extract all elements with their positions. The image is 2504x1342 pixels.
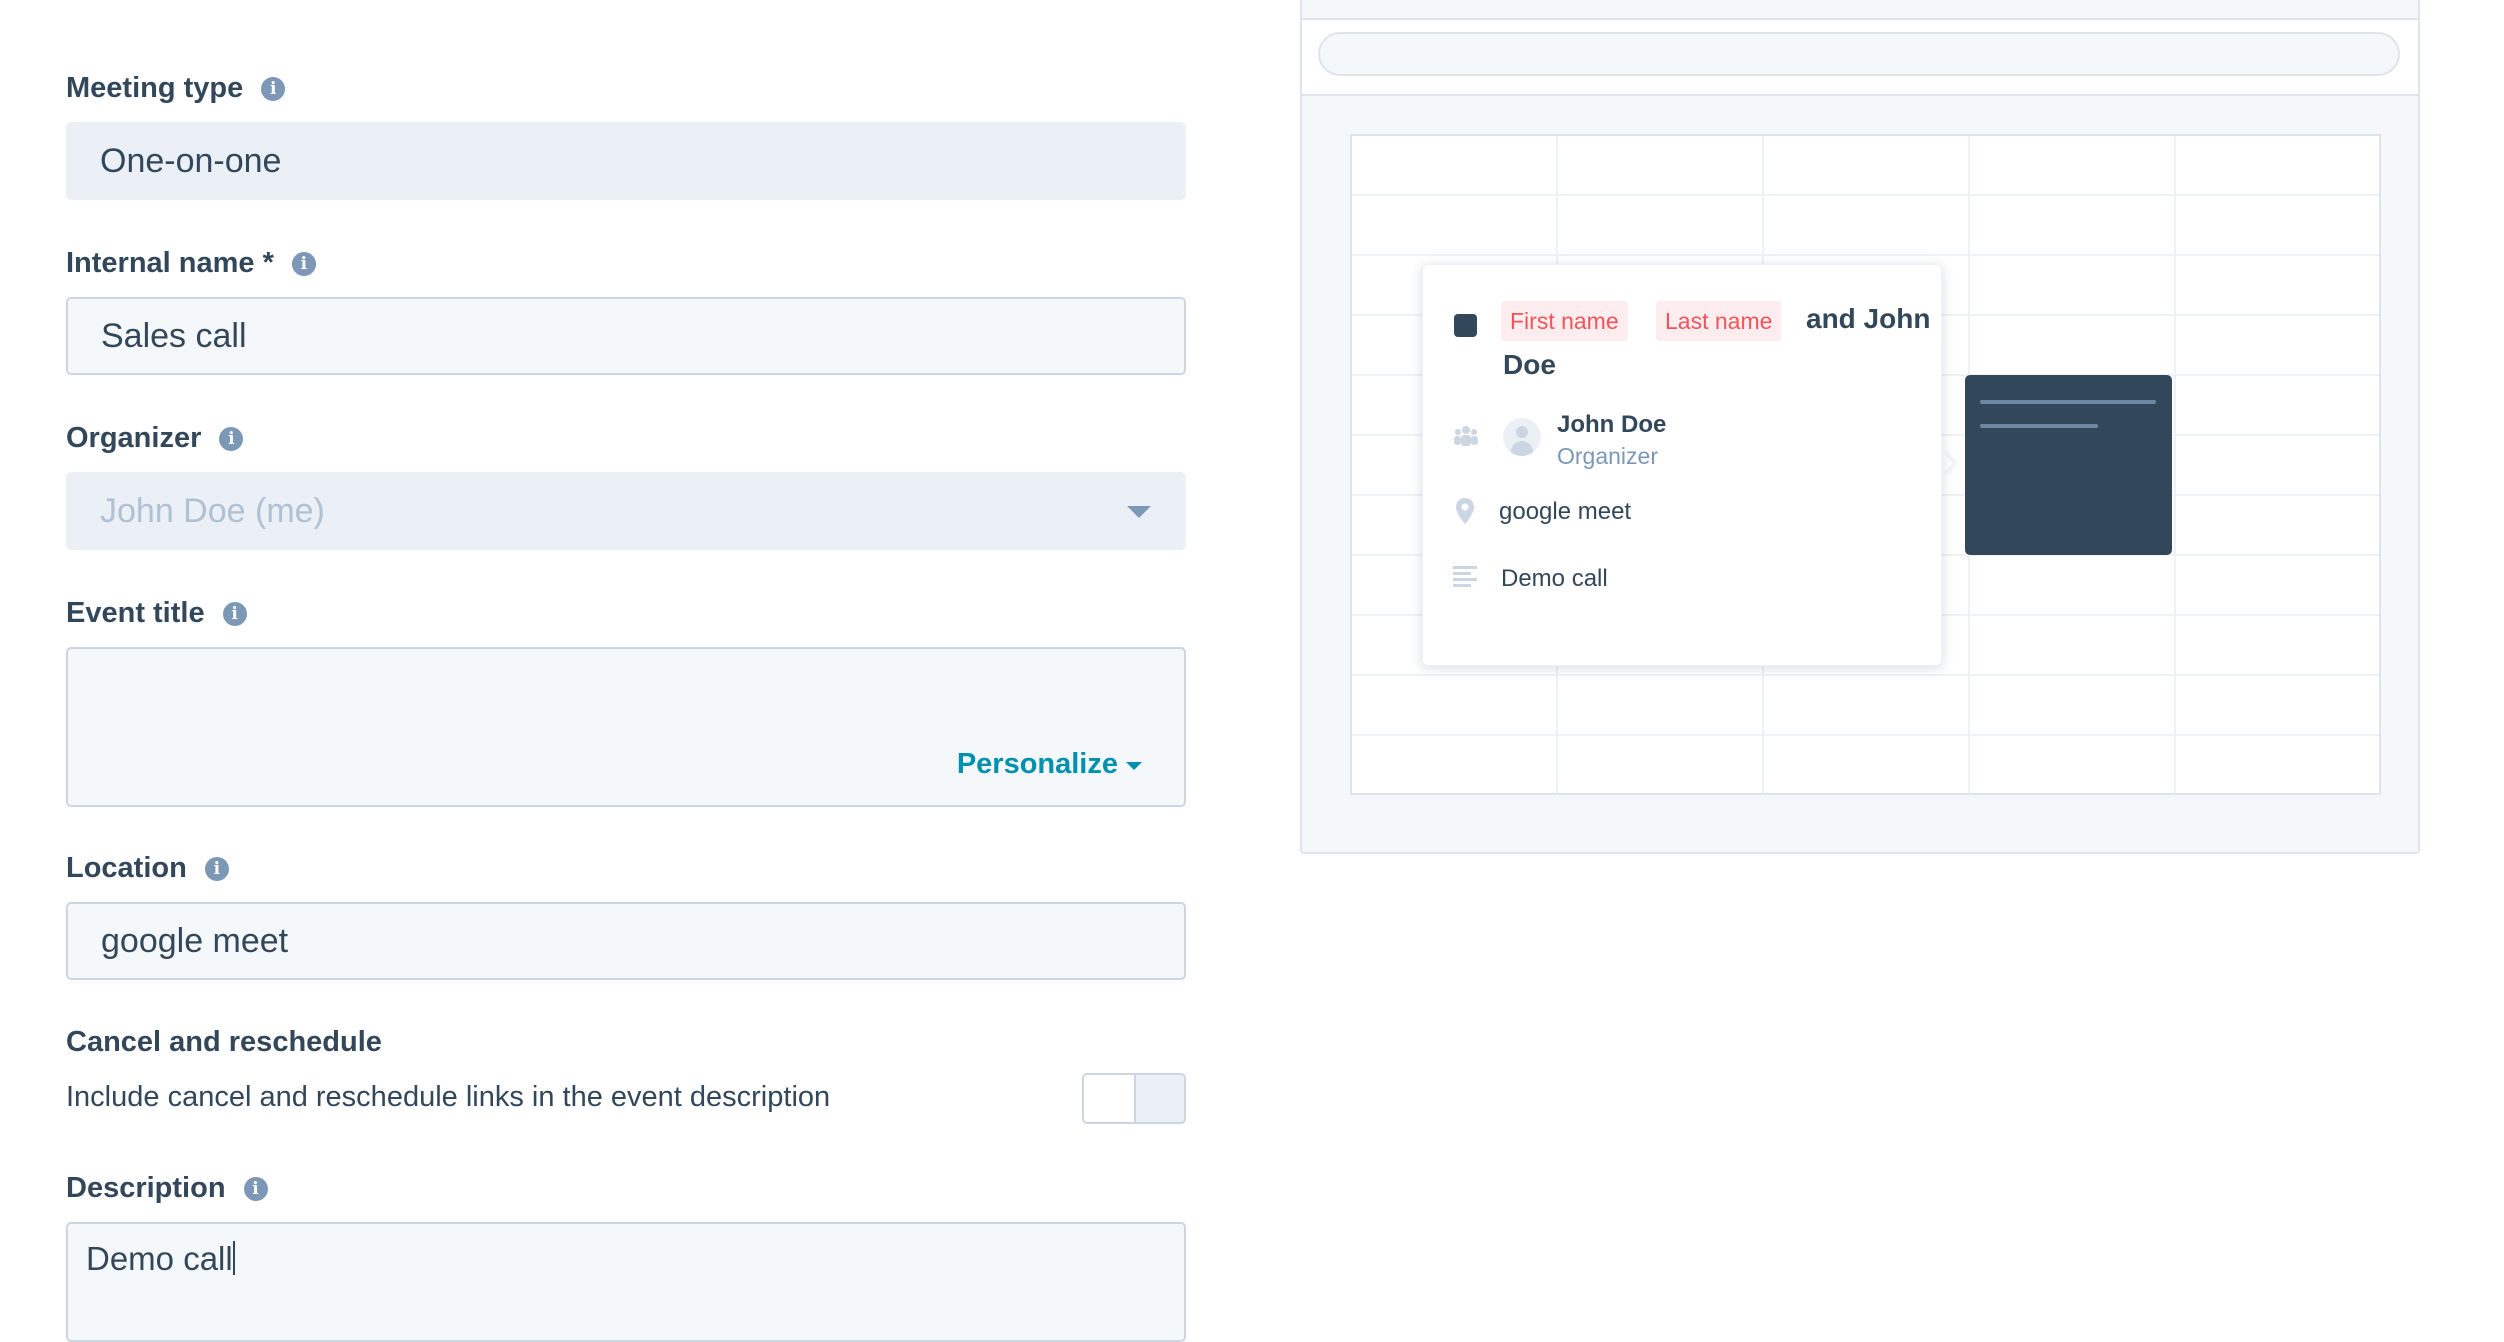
description-value: Demo call <box>86 1240 233 1277</box>
calendar-color-square-icon <box>1454 314 1477 337</box>
event-title-suffix-wrap: Doe <box>1503 349 1556 380</box>
event-title-label: Event title i <box>66 597 247 630</box>
internal-name-label: Internal name * i <box>66 247 316 280</box>
organizer-value: John Doe (me) <box>100 491 325 530</box>
meeting-type-field: One-on-one <box>66 122 1186 200</box>
caret-down-icon <box>1127 506 1151 518</box>
first-name-token: First name <box>1501 301 1628 341</box>
organizer-role: Organizer <box>1557 443 1658 469</box>
description-input[interactable]: Demo call <box>66 1222 1186 1342</box>
calendar-event-block[interactable] <box>1965 375 2172 555</box>
popover-description: Demo call <box>1501 565 1608 592</box>
internal-name-value: Sales call <box>101 316 247 355</box>
info-icon[interactable]: i <box>204 856 229 881</box>
info-icon[interactable]: i <box>261 76 286 101</box>
internal-name-input[interactable]: Sales call <box>66 297 1186 375</box>
caret-down-icon <box>1126 761 1142 770</box>
location-label-text: Location <box>66 852 187 884</box>
map-pin-icon <box>1456 498 1474 524</box>
meeting-type-label: Meeting type i <box>66 72 286 105</box>
text-cursor <box>232 1241 235 1275</box>
info-icon[interactable]: i <box>291 251 316 276</box>
personalize-label: Personalize <box>956 748 1118 780</box>
avatar-head <box>1516 426 1528 438</box>
event-title-suffix: and John <box>1806 303 1931 334</box>
event-title-placeholder-line <box>1980 400 2156 404</box>
description-label: Description i <box>66 1172 268 1205</box>
event-title-label-text: Event title <box>66 597 205 629</box>
description-label-text: Description <box>66 1172 226 1204</box>
description-text: Demo call <box>86 1240 235 1278</box>
cancel-reschedule-description: Include cancel and reschedule links in t… <box>66 1081 831 1113</box>
people-icon <box>1454 426 1478 446</box>
popover-location: google meet <box>1499 498 1632 525</box>
event-time-placeholder-line <box>1980 424 2098 428</box>
meeting-type-label-text: Meeting type <box>66 72 244 104</box>
info-icon[interactable]: i <box>243 1176 268 1201</box>
cancel-reschedule-label-text: Cancel and reschedule <box>66 1026 382 1058</box>
organizer-label: Organizer i <box>66 422 244 455</box>
location-input[interactable]: google meet <box>66 902 1186 980</box>
organizer-name: John Doe <box>1557 411 1667 438</box>
preview-search-bar <box>1318 32 2400 76</box>
user-avatar-icon <box>1503 418 1541 456</box>
personalize-dropdown-button[interactable]: Personalize <box>957 748 1142 781</box>
event-title-input[interactable]: Personalize <box>66 647 1186 807</box>
location-label: Location i <box>66 852 229 885</box>
internal-name-label-text: Internal name * <box>66 247 274 279</box>
organizer-label-text: Organizer <box>66 422 202 454</box>
event-preview-popover: First name Last name and John Doe John D… <box>1422 264 1942 666</box>
info-icon[interactable]: i <box>222 601 247 626</box>
meeting-type-value: One-on-one <box>100 141 282 180</box>
avatar-body <box>1511 441 1533 456</box>
cancel-reschedule-toggle[interactable] <box>1082 1073 1186 1124</box>
organizer-select[interactable]: John Doe (me) <box>66 472 1186 550</box>
info-icon[interactable]: i <box>219 426 244 451</box>
preview-header-bar <box>1302 18 2418 96</box>
toggle-knob <box>1084 1075 1136 1122</box>
cancel-reschedule-label: Cancel and reschedule <box>66 1026 382 1059</box>
last-name-token: Last name <box>1656 301 1782 341</box>
text-lines-icon <box>1453 566 1477 587</box>
location-value: google meet <box>101 921 289 960</box>
